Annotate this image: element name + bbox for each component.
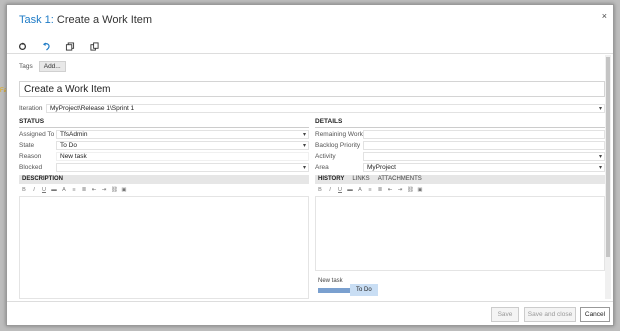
assigned-to-row: Assigned To TfsAdmin xyxy=(19,129,309,139)
description-title: DESCRIPTION xyxy=(22,176,64,182)
area-row: Area MyProject xyxy=(315,162,605,172)
cancel-button[interactable]: Cancel xyxy=(580,307,610,322)
history-comment-editor[interactable] xyxy=(315,196,605,271)
iteration-value: MyProject\Release 1\Sprint 1 xyxy=(50,104,135,112)
footer-divider xyxy=(7,301,613,302)
assigned-to-dropdown[interactable]: TfsAdmin xyxy=(56,129,309,139)
image-icon[interactable]: ▣ xyxy=(121,187,127,193)
bullet-list-icon[interactable]: ≡ xyxy=(71,187,77,193)
image-icon[interactable]: ▣ xyxy=(417,187,423,193)
toolbar xyxy=(17,40,99,52)
area-dropdown[interactable]: MyProject xyxy=(363,162,605,172)
numbered-list-icon[interactable]: ≣ xyxy=(377,187,383,193)
iteration-label: Iteration xyxy=(19,104,43,112)
scrollbar-thumb[interactable] xyxy=(606,57,610,257)
iteration-row: Iteration MyProject\Release 1\Sprint 1 xyxy=(19,103,605,113)
history-to-state: To Do xyxy=(350,284,378,296)
activity-dropdown[interactable] xyxy=(363,151,605,161)
font-color-icon[interactable]: A xyxy=(61,187,67,193)
title-input[interactable] xyxy=(19,81,605,97)
indent-icon[interactable]: ⇥ xyxy=(397,187,403,193)
reason-value: New task xyxy=(60,152,87,160)
undo-icon[interactable] xyxy=(41,41,51,51)
activity-row: Activity xyxy=(315,151,605,161)
bold-icon[interactable]: B xyxy=(21,187,27,193)
backlog-priority-label: Backlog Priority xyxy=(315,141,361,149)
history-from-state: New task xyxy=(318,278,343,284)
tab-attachments[interactable]: ATTACHMENTS xyxy=(378,175,422,184)
underline-icon[interactable]: U xyxy=(41,187,47,193)
link-icon[interactable]: ⛓ xyxy=(407,187,414,193)
italic-icon[interactable]: I xyxy=(327,187,333,193)
dialog-title-text: Create a Work Item xyxy=(56,14,153,26)
description-rte-toolbar: B I U ▬ A ≡ ≣ ⇤ ⇥ ⛓ ▣ xyxy=(21,186,127,194)
tags-row: Tags Add... xyxy=(19,61,66,72)
link-icon[interactable]: ⛓ xyxy=(111,187,118,193)
remaining-work-label: Remaining Work xyxy=(315,130,363,138)
iteration-dropdown[interactable]: MyProject\Release 1\Sprint 1 xyxy=(46,103,605,113)
add-tag-button[interactable]: Add... xyxy=(38,61,66,72)
remaining-work-row: Remaining Work xyxy=(315,129,605,139)
refresh-icon[interactable] xyxy=(17,41,27,51)
highlight-icon[interactable]: ▬ xyxy=(347,187,353,193)
save-and-close-button[interactable]: Save and close xyxy=(524,307,576,322)
blocked-label: Blocked xyxy=(19,163,43,171)
state-dropdown[interactable]: To Do xyxy=(56,140,309,150)
copy-link-icon[interactable] xyxy=(65,41,75,51)
area-label: Area xyxy=(315,163,329,171)
history-arrow-icon xyxy=(318,286,355,294)
outdent-icon[interactable]: ⇤ xyxy=(91,187,97,193)
highlight-icon[interactable]: ▬ xyxy=(51,187,57,193)
reason-label: Reason xyxy=(19,152,42,160)
backlog-priority-input[interactable] xyxy=(363,140,605,150)
status-header: STATUS xyxy=(19,118,45,125)
dialog-scrollbar[interactable] xyxy=(605,55,611,299)
work-item-dialog: Task 1: Create a Work Item × Tags Add...… xyxy=(6,4,614,326)
save-button[interactable]: Save xyxy=(491,307,519,322)
close-icon[interactable]: × xyxy=(602,11,607,21)
description-editor[interactable] xyxy=(19,196,309,299)
reason-field: New task xyxy=(56,151,309,161)
reason-row: Reason New task xyxy=(19,151,309,161)
tags-label: Tags xyxy=(19,63,33,70)
tab-links[interactable]: LINKS xyxy=(352,175,369,184)
backlog-priority-row: Backlog Priority xyxy=(315,140,605,150)
blocked-dropdown[interactable] xyxy=(56,162,309,172)
description-header: DESCRIPTION xyxy=(19,175,309,184)
status-divider xyxy=(19,127,309,128)
bold-icon[interactable]: B xyxy=(317,187,323,193)
indent-icon[interactable]: ⇥ xyxy=(101,187,107,193)
blocked-row: Blocked xyxy=(19,162,309,172)
toolbar-divider xyxy=(7,53,613,54)
copy-icon[interactable] xyxy=(89,41,99,51)
details-header: DETAILS xyxy=(315,118,343,125)
area-value: MyProject xyxy=(367,163,396,171)
history-rte-toolbar: B I U ▬ A ≡ ≣ ⇤ ⇥ ⛓ ▣ xyxy=(317,186,423,194)
outdent-icon[interactable]: ⇤ xyxy=(387,187,393,193)
tab-history[interactable]: HISTORY xyxy=(318,175,344,184)
assigned-to-label: Assigned To xyxy=(19,130,55,138)
assigned-to-value: TfsAdmin xyxy=(60,130,88,138)
state-value: To Do xyxy=(60,141,77,149)
work-item-id: Task 1: xyxy=(19,14,54,26)
font-color-icon[interactable]: A xyxy=(357,187,363,193)
state-label: State xyxy=(19,141,35,149)
right-tabs: HISTORY LINKS ATTACHMENTS xyxy=(315,175,605,184)
underline-icon[interactable]: U xyxy=(337,187,343,193)
italic-icon[interactable]: I xyxy=(31,187,37,193)
activity-label: Activity xyxy=(315,152,336,160)
numbered-list-icon[interactable]: ≣ xyxy=(81,187,87,193)
state-row: State To Do xyxy=(19,140,309,150)
details-divider xyxy=(315,127,605,128)
remaining-work-input[interactable] xyxy=(363,129,605,139)
bullet-list-icon[interactable]: ≡ xyxy=(367,187,373,193)
dialog-title: Task 1: Create a Work Item xyxy=(19,14,152,26)
